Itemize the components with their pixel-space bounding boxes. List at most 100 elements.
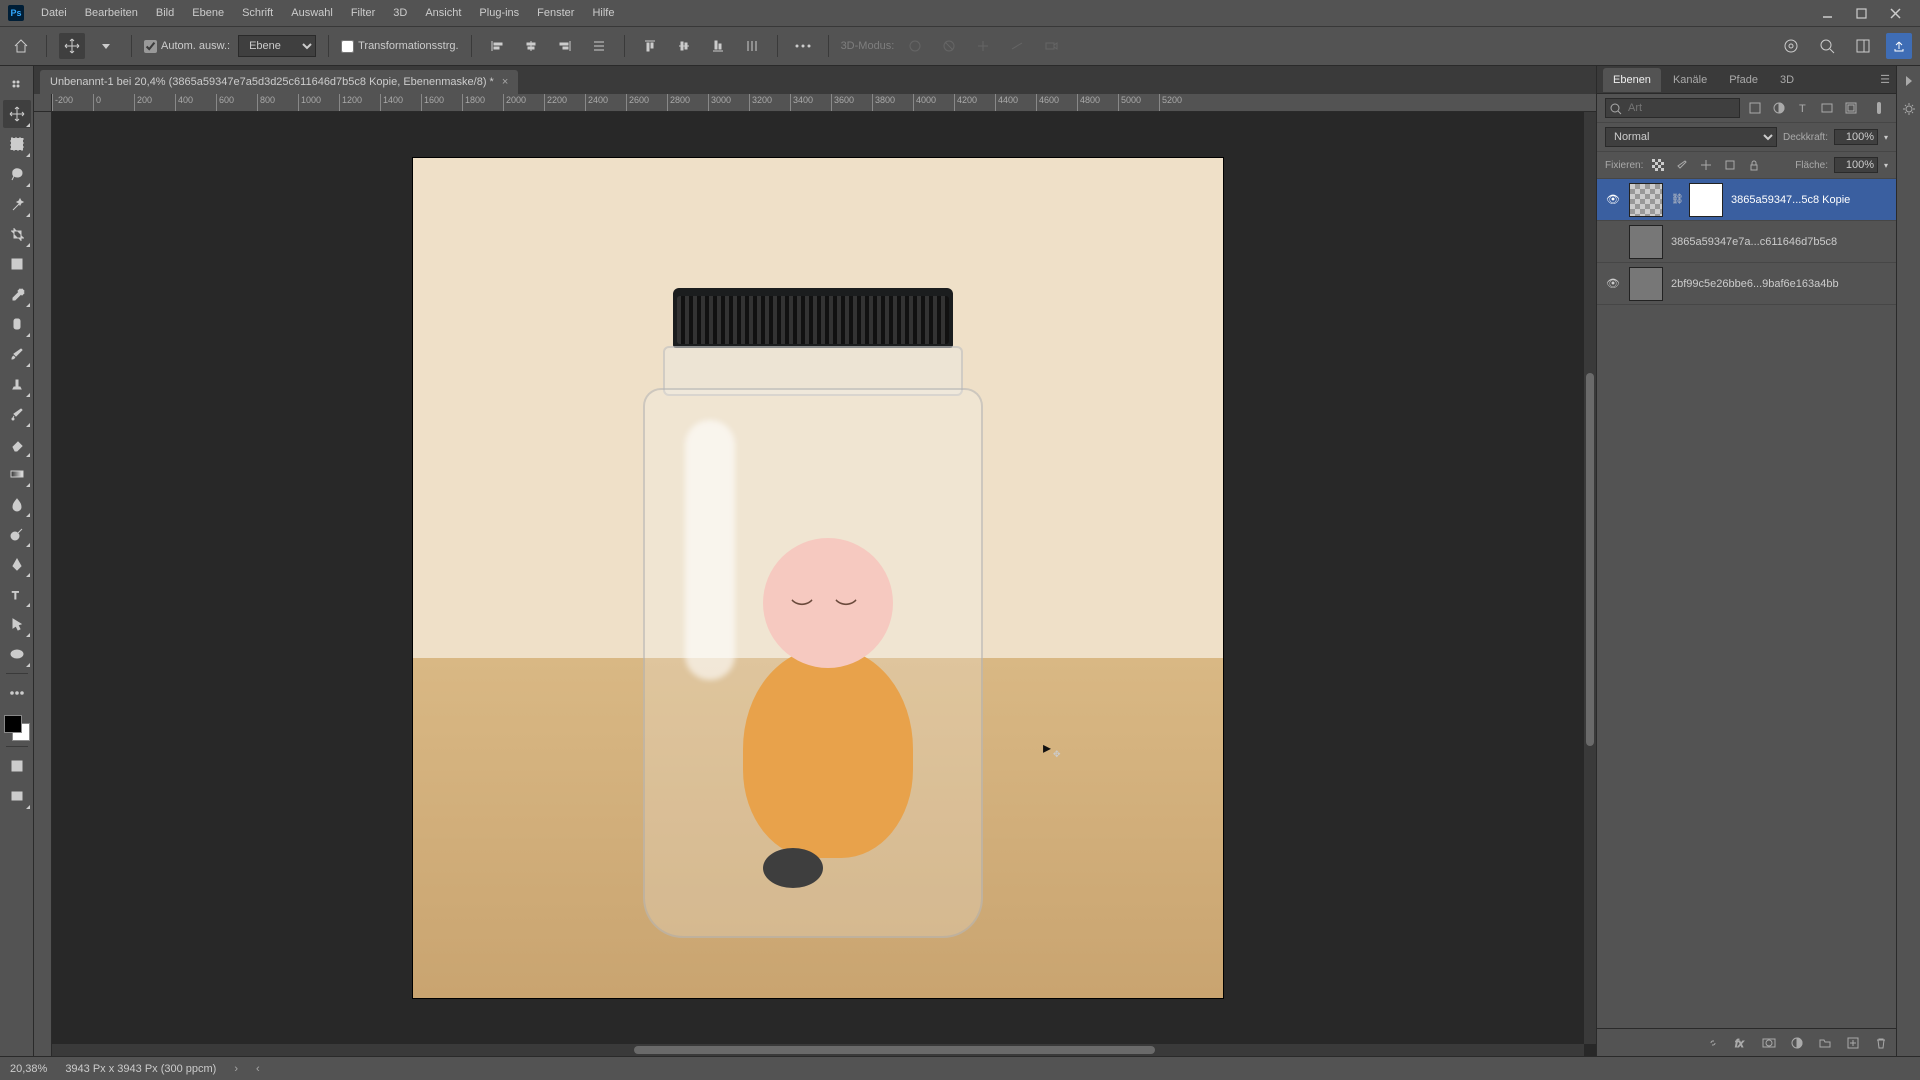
clone-stamp-tool[interactable] (3, 370, 31, 398)
lasso-tool[interactable] (3, 160, 31, 188)
magic-wand-tool[interactable] (3, 190, 31, 218)
tab-layers[interactable]: Ebenen (1603, 68, 1661, 92)
layer-thumbnail[interactable] (1629, 183, 1663, 217)
menu-window[interactable]: Fenster (528, 2, 583, 24)
zoom-level[interactable]: 20,38% (10, 1063, 47, 1075)
eraser-tool[interactable] (3, 430, 31, 458)
panel-menu-icon[interactable]: ☰ (1880, 73, 1890, 86)
fill-value[interactable]: 100% (1834, 157, 1878, 173)
quick-mask-icon[interactable] (3, 752, 31, 780)
pen-tool[interactable] (3, 550, 31, 578)
color-swatch[interactable] (4, 715, 30, 741)
auto-select-checkbox[interactable]: Autom. ausw.: (144, 40, 230, 53)
lock-artboard-icon[interactable] (1721, 156, 1739, 174)
menu-select[interactable]: Auswahl (282, 2, 342, 24)
layer-row[interactable]: 3865a59347e7a...c611646d7b5c8 (1597, 221, 1896, 263)
layer-thumbnail[interactable] (1629, 225, 1663, 259)
canvas-viewport[interactable]: ▸✥ (52, 112, 1584, 1044)
menu-layer[interactable]: Ebene (183, 2, 233, 24)
layer-visibility-icon[interactable]: 👁 (1605, 277, 1621, 290)
dodge-tool[interactable] (3, 520, 31, 548)
ruler-horizontal[interactable]: -200020040060080010001200140016001800200… (52, 94, 1596, 112)
more-align-icon[interactable] (790, 33, 816, 59)
menu-file[interactable]: Datei (32, 2, 76, 24)
adjustment-layer-icon[interactable] (1788, 1034, 1806, 1052)
window-minimize-button[interactable] (1810, 1, 1844, 25)
status-prev-icon[interactable]: ‹ (256, 1063, 260, 1075)
share-icon[interactable] (1886, 33, 1912, 59)
menu-3d[interactable]: 3D (384, 2, 416, 24)
align-top-icon[interactable] (637, 33, 663, 59)
align-distribute-v-icon[interactable] (739, 33, 765, 59)
link-layers-icon[interactable] (1704, 1034, 1722, 1052)
menu-edit[interactable]: Bearbeiten (76, 2, 147, 24)
lock-all-icon[interactable] (1745, 156, 1763, 174)
tab-3d[interactable]: 3D (1770, 68, 1804, 92)
filter-toggle-icon[interactable] (1870, 99, 1888, 117)
transform-controls-checkbox[interactable]: Transformationsstrg. (341, 40, 458, 53)
filter-shape-icon[interactable] (1818, 99, 1836, 117)
filter-type-icon[interactable]: T (1794, 99, 1812, 117)
history-brush-tool[interactable] (3, 400, 31, 428)
layer-fx-icon[interactable]: fx (1732, 1034, 1750, 1052)
window-close-button[interactable] (1878, 1, 1912, 25)
ruler-origin[interactable] (34, 94, 52, 112)
frame-tool[interactable] (3, 250, 31, 278)
tab-channels[interactable]: Kanäle (1663, 68, 1717, 92)
layer-filter-input[interactable] (1605, 98, 1740, 118)
layer-group-icon[interactable] (1816, 1034, 1834, 1052)
blend-mode-dropdown[interactable]: Normal (1605, 127, 1777, 147)
layer-row[interactable]: 👁 ⛓ 3865a59347...5c8 Kopie (1597, 179, 1896, 221)
properties-panel-icon[interactable] (1900, 100, 1918, 118)
marquee-tool[interactable] (3, 130, 31, 158)
layer-name[interactable]: 3865a59347...5c8 Kopie (1731, 194, 1888, 206)
menu-view[interactable]: Ansicht (416, 2, 470, 24)
menu-filter[interactable]: Filter (342, 2, 384, 24)
layer-thumbnail[interactable] (1629, 267, 1663, 301)
move-tool[interactable] (3, 100, 31, 128)
layer-name[interactable]: 3865a59347e7a...c611646d7b5c8 (1671, 236, 1888, 248)
blur-tool[interactable] (3, 490, 31, 518)
path-select-tool[interactable] (3, 610, 31, 638)
new-layer-icon[interactable] (1844, 1034, 1862, 1052)
align-distribute-icon[interactable] (586, 33, 612, 59)
cloud-docs-icon[interactable] (1778, 33, 1804, 59)
window-maximize-button[interactable] (1844, 1, 1878, 25)
move-tool-icon[interactable] (59, 33, 85, 59)
align-right-icon[interactable] (552, 33, 578, 59)
crop-tool[interactable] (3, 220, 31, 248)
type-tool[interactable]: T (3, 580, 31, 608)
search-icon[interactable] (1814, 33, 1840, 59)
vertical-scrollbar[interactable] (1584, 112, 1596, 1044)
screen-mode-icon[interactable] (3, 782, 31, 810)
layer-row[interactable]: 👁 2bf99c5e26bbe6...9baf6e163a4bb (1597, 263, 1896, 305)
menu-plugins[interactable]: Plug-ins (470, 2, 528, 24)
layer-name[interactable]: 2bf99c5e26bbe6...9baf6e163a4bb (1671, 278, 1888, 290)
opacity-value[interactable]: 100% (1834, 129, 1878, 145)
tab-paths[interactable]: Pfade (1719, 68, 1768, 92)
delete-layer-icon[interactable] (1872, 1034, 1890, 1052)
lock-pixels-icon[interactable] (1673, 156, 1691, 174)
menu-image[interactable]: Bild (147, 2, 183, 24)
filter-adjust-icon[interactable] (1770, 99, 1788, 117)
edit-toolbar-icon[interactable] (3, 679, 31, 707)
layer-mask-icon[interactable] (1760, 1034, 1778, 1052)
horizontal-scrollbar[interactable] (52, 1044, 1584, 1056)
lock-transparency-icon[interactable] (1649, 156, 1667, 174)
close-icon[interactable]: × (502, 76, 508, 88)
eyedropper-tool[interactable] (3, 280, 31, 308)
align-left-icon[interactable] (484, 33, 510, 59)
chevron-down-icon[interactable]: ▾ (1884, 161, 1888, 170)
healing-brush-tool[interactable] (3, 310, 31, 338)
align-bottom-icon[interactable] (705, 33, 731, 59)
layer-visibility-icon[interactable]: 👁 (1605, 193, 1621, 206)
workspace-switcher-icon[interactable] (1850, 33, 1876, 59)
expand-dock-icon[interactable] (1900, 72, 1918, 90)
ruler-vertical[interactable] (34, 112, 52, 1056)
filter-smart-icon[interactable] (1842, 99, 1860, 117)
align-center-h-icon[interactable] (518, 33, 544, 59)
mask-link-icon[interactable]: ⛓ (1671, 194, 1681, 205)
tool-preset-dropdown[interactable] (93, 33, 119, 59)
home-button[interactable] (8, 33, 34, 59)
shape-tool[interactable] (3, 640, 31, 668)
